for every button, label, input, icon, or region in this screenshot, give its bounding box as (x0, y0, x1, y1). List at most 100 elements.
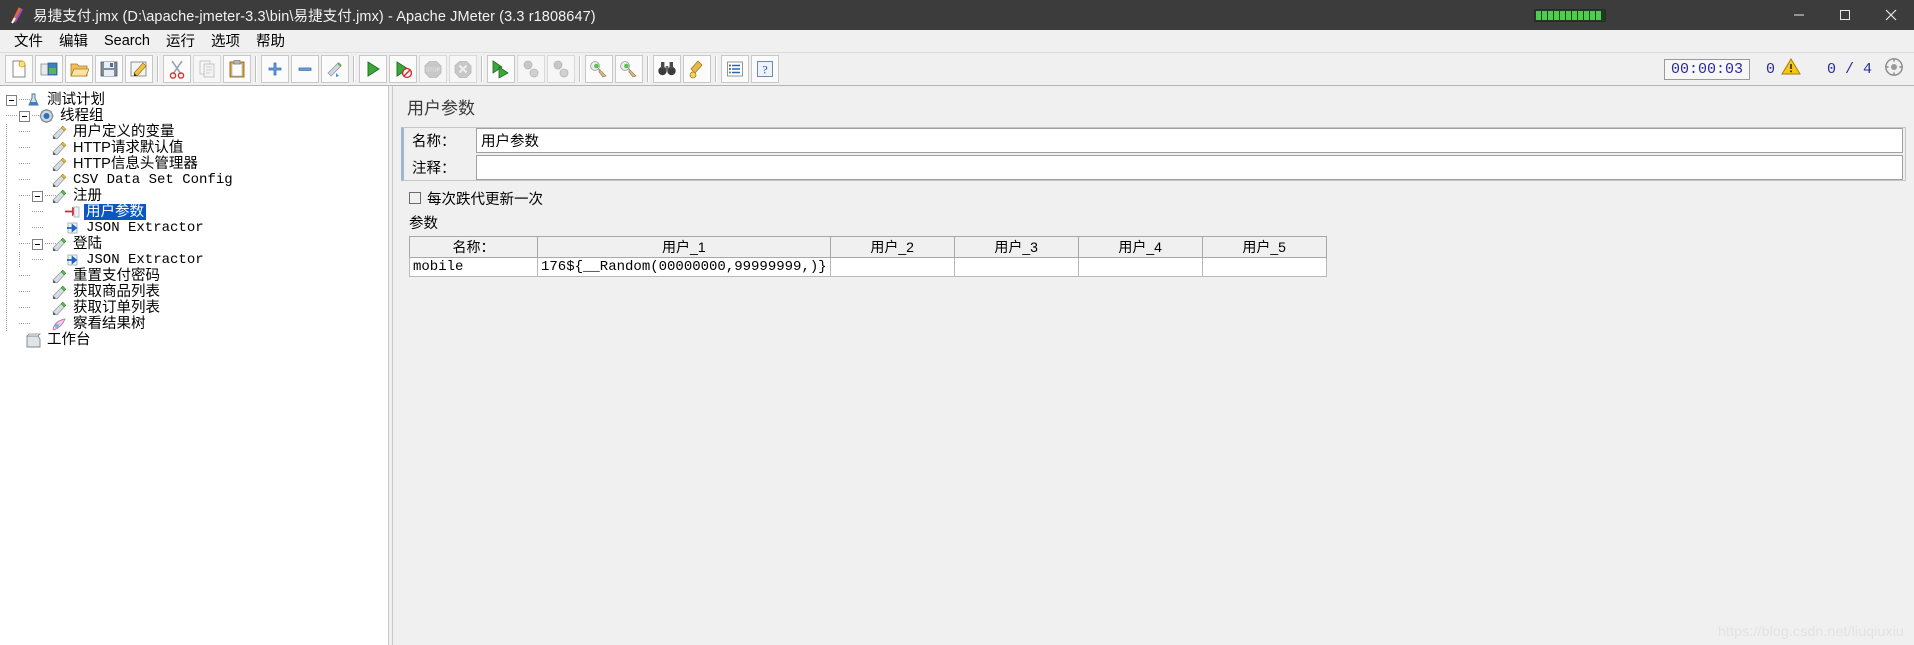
help-question-button[interactable]: ? (751, 55, 779, 83)
name-input[interactable]: 用户参数 (476, 128, 1903, 153)
tree-node-label[interactable]: JSON Extractor (84, 252, 206, 268)
menu-help[interactable]: 帮助 (248, 29, 293, 52)
shutdown-button[interactable] (449, 55, 477, 83)
tree-node-label[interactable]: 测试计划 (45, 92, 107, 108)
tree-indent-guide (6, 124, 19, 140)
toggle-pencil-button[interactable] (321, 55, 349, 83)
table-cell[interactable] (1077, 257, 1203, 277)
test-plan-tree[interactable]: 测试计划 线程组 用户定义的变量 HTTP请求默认值 HTTP信息头管理器 CSV Dat… (0, 86, 388, 348)
tree-node-get-order-list[interactable]: 获取订单列表 (6, 300, 388, 316)
tree-node-label[interactable]: 察看结果树 (71, 316, 148, 332)
function-list-button[interactable] (721, 55, 749, 83)
tree-node-label[interactable]: 工作台 (45, 332, 93, 348)
tree-node-user-parameters[interactable]: 用户参数 (6, 204, 388, 220)
warning-count: 0 (1765, 60, 1775, 78)
tree-collapse-icon[interactable] (32, 190, 43, 202)
open-folder-button[interactable] (65, 55, 93, 83)
tree-node-user-defined-vars[interactable]: 用户定义的变量 (6, 124, 388, 140)
comment-label: 注释： (412, 161, 456, 177)
tree-node-http-header-mgr[interactable]: HTTP信息头管理器 (6, 156, 388, 172)
tree-node-label[interactable]: 用户参数 (84, 204, 146, 220)
column-header[interactable]: 用户_2 (829, 236, 955, 258)
tree-node-login[interactable]: 登陆 (6, 236, 388, 252)
new-button[interactable] (5, 55, 33, 83)
tree-node-label[interactable]: HTTP信息头管理器 (71, 156, 200, 172)
tree-node-workbench[interactable]: 工作台 (6, 332, 388, 348)
remote-shutdown-button[interactable] (547, 55, 575, 83)
toolbar-separator (481, 56, 483, 82)
expand-all-button[interactable] (261, 55, 289, 83)
column-header[interactable]: 名称： (409, 236, 538, 258)
tree-node-label[interactable]: 线程组 (58, 108, 106, 124)
tree-node-label[interactable]: 获取商品列表 (71, 284, 162, 300)
tree-indent-guide (19, 204, 32, 220)
remote-start-button[interactable] (487, 55, 515, 83)
tree-node-reset-pay-pwd[interactable]: 重置支付密码 (6, 268, 388, 284)
table-cell[interactable]: 176${__Random(00000000,99999999,)} (537, 257, 831, 277)
clear-broom-button[interactable] (585, 55, 613, 83)
tree-node-json-extractor-2[interactable]: JSON Extractor (6, 252, 388, 268)
tree-node-get-goods-list[interactable]: 获取商品列表 (6, 284, 388, 300)
search-reset-button[interactable] (683, 55, 711, 83)
svg-text:STOP: STOP (426, 67, 441, 73)
start-button[interactable] (359, 55, 387, 83)
menu-file[interactable]: 文件 (6, 29, 51, 52)
element-editor-pane: 用户参数 名称： 用户参数 注释： 每次跌代更新一次 参数 名称： 用户_1 用… (393, 86, 1914, 645)
stop-button[interactable]: STOP (419, 55, 447, 83)
menu-run[interactable]: 运行 (158, 29, 203, 52)
comment-input[interactable] (476, 155, 1903, 180)
maximize-button[interactable] (1822, 0, 1868, 30)
tree-node-label[interactable]: 重置支付密码 (71, 268, 162, 284)
start-no-timers-button[interactable] (389, 55, 417, 83)
menu-edit[interactable]: 编辑 (51, 29, 96, 52)
copy-button[interactable] (193, 55, 221, 83)
table-cell[interactable] (1201, 257, 1327, 277)
table-cell[interactable] (829, 257, 955, 277)
test-plan-tree-pane[interactable]: 测试计划 线程组 用户定义的变量 HTTP请求默认值 HTTP信息头管理器 CSV Dat… (0, 86, 388, 645)
save-as-button[interactable] (125, 55, 153, 83)
tree-node-view-results-tree[interactable]: 察看结果树 (6, 316, 388, 332)
tree-node-thread-group[interactable]: 线程组 (6, 108, 388, 124)
parameters-table[interactable]: 名称： 用户_1 用户_2 用户_3 用户_4 用户_5 mobile 176${__Rand… (409, 236, 1327, 277)
column-header[interactable]: 用户_5 (1201, 236, 1327, 258)
tree-node-label[interactable]: HTTP请求默认值 (71, 140, 185, 156)
minimize-button[interactable] (1776, 0, 1822, 30)
tree-collapse-icon[interactable] (32, 238, 43, 250)
column-header[interactable]: 用户_3 (953, 236, 1079, 258)
tree-collapse-icon[interactable] (6, 94, 17, 106)
binoculars-icon-button[interactable] (653, 55, 681, 83)
tree-node-register[interactable]: 注册 (6, 188, 388, 204)
tree-node-label[interactable]: CSV Data Set Config (71, 172, 235, 188)
table-cell[interactable] (953, 257, 1079, 277)
column-header[interactable]: 用户_4 (1077, 236, 1203, 258)
column-header[interactable]: 用户_1 (537, 236, 831, 258)
paste-button[interactable] (223, 55, 251, 83)
clear-all-broom-button[interactable] (615, 55, 643, 83)
tree-node-test-plan[interactable]: 测试计划 (6, 92, 388, 108)
tree-collapse-icon[interactable] (19, 110, 30, 122)
close-button[interactable] (1868, 0, 1914, 30)
save-button[interactable] (95, 55, 123, 83)
update-once-per-iteration-row[interactable]: 每次跌代更新一次 (409, 188, 1906, 208)
table-cell[interactable]: mobile (409, 257, 538, 277)
tree-node-label[interactable]: 注册 (71, 188, 104, 204)
remote-stop-button[interactable] (517, 55, 545, 83)
cut-button[interactable] (163, 55, 191, 83)
tree-node-csv-data-set[interactable]: CSV Data Set Config (6, 172, 388, 188)
collapse-all-button[interactable] (291, 55, 319, 83)
post-processor-icon (64, 220, 81, 236)
warning-triangle-icon[interactable] (1781, 57, 1801, 81)
tree-node-json-extractor-1[interactable]: JSON Extractor (6, 220, 388, 236)
menu-options[interactable]: 选项 (203, 29, 248, 52)
tree-node-http-defaults[interactable]: HTTP请求默认值 (6, 140, 388, 156)
table-row[interactable]: mobile 176${__Random(00000000,99999999,)} (409, 257, 1327, 277)
update-once-checkbox[interactable] (409, 192, 421, 204)
menu-search[interactable]: Search (96, 32, 158, 50)
tree-node-label[interactable]: JSON Extractor (84, 220, 206, 236)
tree-node-label[interactable]: 登陆 (71, 236, 104, 252)
tree-indent-guide (6, 220, 19, 236)
tree-node-label[interactable]: 用户定义的变量 (71, 124, 177, 140)
templates-button[interactable] (35, 55, 63, 83)
tree-node-label[interactable]: 获取订单列表 (71, 300, 162, 316)
test-plan-icon (25, 92, 42, 108)
